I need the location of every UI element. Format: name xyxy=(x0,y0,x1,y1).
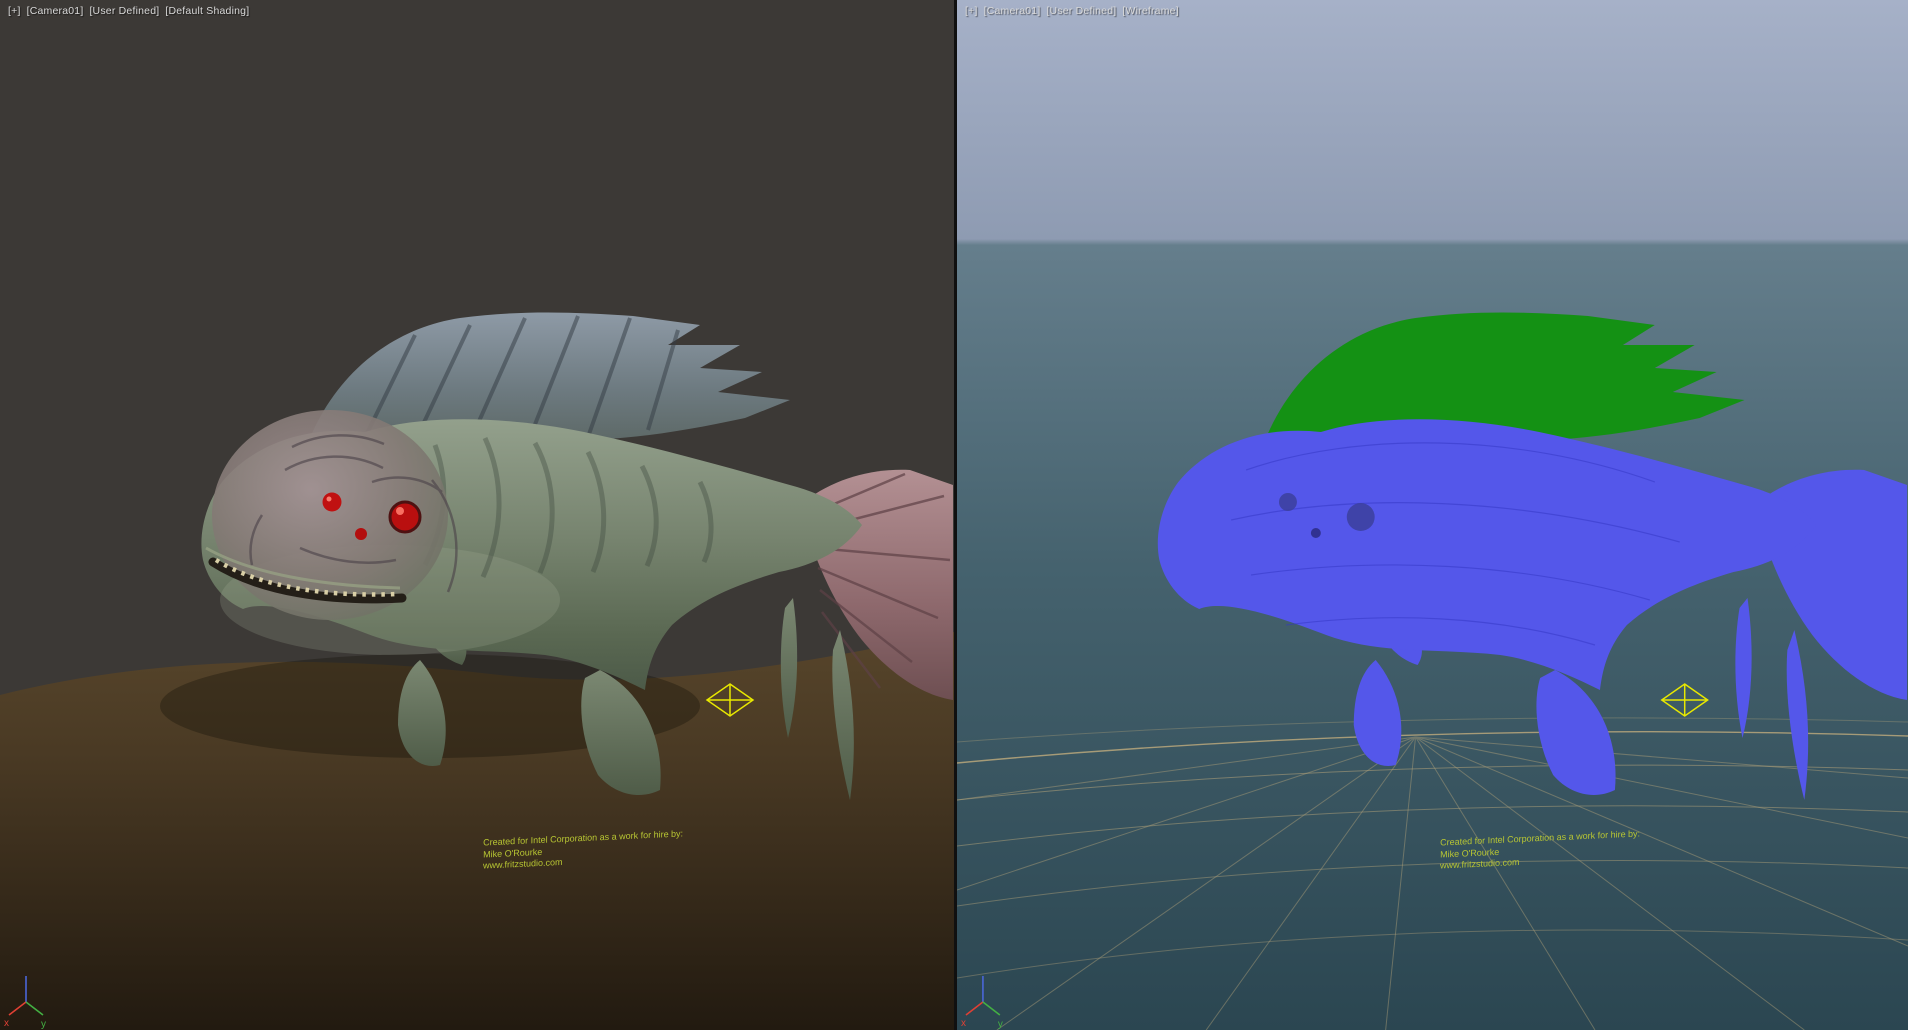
axis-y-label: y xyxy=(41,1019,46,1030)
viewport-label-right: [+] [Camera01] [User Defined] [Wireframe… xyxy=(965,5,1179,17)
axis-y-label: y xyxy=(998,1019,1003,1030)
axis-x-label: x xyxy=(4,1018,9,1029)
viewport-camera-menu[interactable]: [Camera01] xyxy=(27,5,84,17)
viewport-plus-menu[interactable]: [+] xyxy=(965,5,978,17)
viewport-label-left: [+] [Camera01] [User Defined] [Default S… xyxy=(8,5,249,17)
viewport-shading-menu[interactable]: [Default Shading] xyxy=(165,5,249,17)
viewport-shaded[interactable]: x y [+] [Camera01] [User Defined] [Defau… xyxy=(0,0,954,1030)
viewport-wireframe[interactable]: x y [+] [Camera01] [User Defined] [Wiref… xyxy=(957,0,1908,1030)
axis-x-label: x xyxy=(961,1018,966,1029)
viewport-plus-menu[interactable]: [+] xyxy=(8,5,21,17)
viewport-shading-menu[interactable]: [Wireframe] xyxy=(1122,5,1178,17)
viewport-userdefined-menu[interactable]: [User Defined] xyxy=(1046,5,1116,17)
viewport-userdefined-menu[interactable]: [User Defined] xyxy=(89,5,159,17)
viewport-camera-menu[interactable]: [Camera01] xyxy=(984,5,1041,17)
